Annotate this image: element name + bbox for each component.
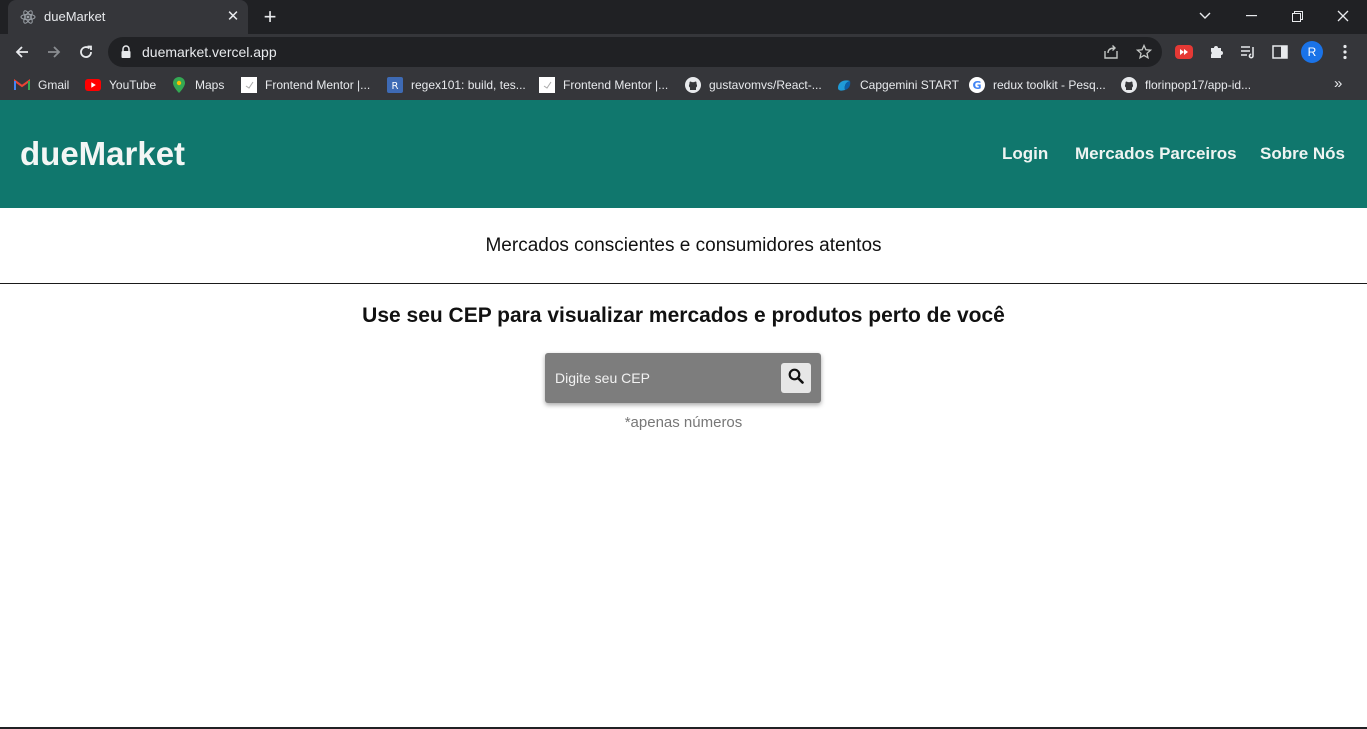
capgemini-icon	[836, 77, 852, 93]
side-panel-icon[interactable]	[1269, 41, 1291, 63]
bookmark-gmail[interactable]: Gmail	[14, 76, 69, 94]
address-bar[interactable]: duemarket.vercel.app	[108, 37, 1162, 67]
section-divider	[0, 283, 1367, 284]
search-icon	[788, 368, 804, 389]
bookmark-regex101[interactable]: R regex101: build, tes...	[387, 76, 526, 94]
page-icon	[539, 77, 555, 93]
browser-tab[interactable]: dueMarket ✕	[8, 0, 248, 34]
bookmark-frontend-mentor-1[interactable]: Frontend Mentor |...	[241, 76, 370, 94]
tagline: Mercados conscientes e consumidores aten…	[485, 235, 882, 256]
tab-search-button[interactable]	[1182, 0, 1228, 32]
share-icon[interactable]	[1101, 42, 1121, 62]
youtube-extension-icon[interactable]	[1173, 41, 1195, 63]
svg-text:G: G	[972, 79, 981, 92]
bookmark-label: Capgemini START	[860, 78, 959, 92]
bookmarks-overflow-button[interactable]: »	[1334, 75, 1342, 92]
search-button[interactable]	[781, 363, 811, 393]
bookmark-label: Frontend Mentor |...	[563, 78, 669, 92]
bookmark-label: Frontend Mentor |...	[265, 78, 371, 92]
page-icon	[241, 77, 257, 93]
cep-input[interactable]	[549, 361, 777, 395]
bookmark-gustavomvs[interactable]: gustavomvs/React-...	[685, 76, 822, 94]
site-header: dueMarket Login Mercados Parceiros Sobre…	[0, 100, 1367, 208]
profile-avatar[interactable]: R	[1301, 41, 1323, 63]
nav-about-link[interactable]: Sobre Nós	[1260, 144, 1345, 164]
nav-login-link[interactable]: Login	[1002, 144, 1048, 164]
forward-button[interactable]	[40, 38, 68, 66]
google-icon: G	[969, 77, 985, 93]
bookmark-florinpop17[interactable]: florinpop17/app-id...	[1121, 76, 1251, 94]
github-icon	[685, 77, 701, 93]
url-text: duemarket.vercel.app	[142, 44, 277, 60]
bookmark-label: redux toolkit - Pesq...	[993, 78, 1106, 92]
reload-button[interactable]	[72, 38, 100, 66]
bookmarks-bar: Gmail YouTube Maps Frontend Mentor |... …	[0, 70, 1367, 100]
page-headline: Use seu CEP para visualizar mercados e p…	[362, 304, 1005, 327]
bookmark-frontend-mentor-2[interactable]: Frontend Mentor |...	[539, 76, 668, 94]
reading-list-icon[interactable]	[1237, 41, 1259, 63]
back-button[interactable]	[8, 38, 36, 66]
lock-icon	[120, 45, 132, 59]
gmail-icon	[14, 77, 30, 93]
browser-toolbar: duemarket.vercel.app R	[0, 34, 1367, 70]
site-logo[interactable]: dueMarket	[20, 135, 185, 173]
maps-icon	[171, 77, 187, 93]
extensions-puzzle-icon[interactable]	[1205, 41, 1227, 63]
new-tab-button[interactable]: +	[259, 6, 281, 28]
bookmark-capgemini[interactable]: Capgemini START	[836, 76, 959, 94]
close-window-button[interactable]	[1320, 0, 1366, 32]
regex-icon: R	[387, 77, 403, 93]
tab-title: dueMarket	[44, 9, 106, 24]
browser-titlebar: dueMarket ✕ +	[0, 0, 1367, 34]
bookmark-youtube[interactable]: YouTube	[85, 76, 156, 94]
nav-partners-link[interactable]: Mercados Parceiros	[1075, 144, 1237, 164]
bookmark-label: florinpop17/app-id...	[1145, 78, 1252, 92]
close-tab-icon[interactable]: ✕	[224, 8, 242, 26]
bookmark-label: YouTube	[109, 78, 157, 92]
bookmark-label: gustavomvs/React-...	[709, 78, 822, 92]
bookmark-label: regex101: build, tes...	[411, 78, 526, 92]
bookmark-label: Maps	[195, 78, 225, 92]
bookmark-maps[interactable]: Maps	[171, 76, 224, 94]
svg-text:R: R	[392, 81, 399, 92]
youtube-icon	[85, 77, 101, 93]
cep-hint: *apenas números	[624, 414, 743, 431]
bookmark-label: Gmail	[38, 78, 70, 92]
cep-search-box	[545, 353, 821, 403]
restore-button[interactable]	[1274, 0, 1320, 32]
bookmark-redux-toolkit[interactable]: G redux toolkit - Pesq...	[969, 76, 1106, 94]
menu-kebab-icon[interactable]	[1334, 41, 1356, 63]
github-icon	[1121, 77, 1137, 93]
bookmark-star-icon[interactable]	[1134, 42, 1154, 62]
react-icon	[20, 9, 36, 25]
minimize-button[interactable]	[1228, 0, 1274, 32]
